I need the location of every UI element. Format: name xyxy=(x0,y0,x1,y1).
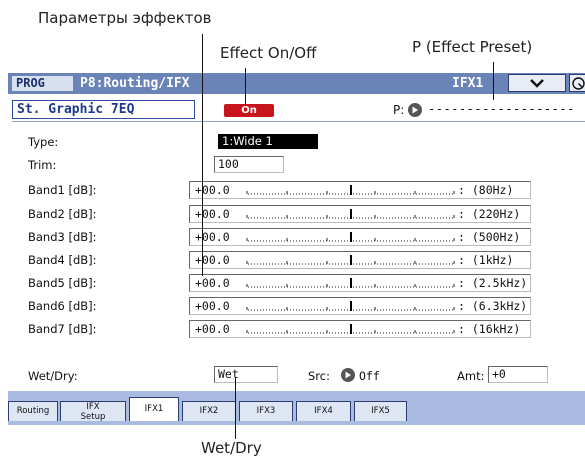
src-label: Src: xyxy=(308,369,330,383)
band-label: Band3 [dB]: xyxy=(28,230,97,244)
band-frequency: : (6.3kHz) xyxy=(458,299,528,313)
tab-label: IFX1 xyxy=(144,404,164,414)
band-value: +00.0 xyxy=(195,230,230,244)
band-label: Band1 [dB]: xyxy=(28,183,97,197)
band-label: Band4 [dB]: xyxy=(28,253,97,267)
leader-wet-dry xyxy=(235,377,236,439)
band-label: Band7 [dB]: xyxy=(28,322,97,336)
band-slider-4[interactable]: +00.0 : (1kHz) xyxy=(189,251,531,269)
band-frequency: : (500Hz) xyxy=(458,230,521,244)
mode-label: PROG xyxy=(12,76,73,91)
band-scale xyxy=(246,209,455,219)
band-slider-5[interactable]: +00.0 : (2.5kHz) xyxy=(189,274,531,292)
tab-label: IFX4 xyxy=(314,406,333,416)
page-menu-button[interactable] xyxy=(508,74,566,92)
band-frequency: : (220Hz) xyxy=(458,207,521,221)
type-label: Type: xyxy=(28,135,59,149)
band-scale xyxy=(246,255,455,265)
chevron-down-icon xyxy=(530,79,544,88)
amt-label: Amt: xyxy=(457,369,485,383)
header-bar: PROG P8:Routing/IFX IFX1 xyxy=(8,73,585,94)
band-slider-1[interactable]: +00.0 : (80Hz) xyxy=(189,181,531,199)
knob-icon xyxy=(572,77,585,90)
wet-dry-label: Wet/Dry: xyxy=(28,369,78,383)
tab-label: IFX xyxy=(86,402,100,412)
band-frequency: : (80Hz) xyxy=(458,183,514,197)
band-value: +00.0 xyxy=(195,299,230,313)
slot-label: IFX1 xyxy=(452,76,484,91)
band-frequency: : (16kHz) xyxy=(458,322,521,336)
tab-label-line2: Setup xyxy=(80,412,106,422)
display-screen: PROG P8:Routing/IFX IFX1 St. Graphic 7EQ… xyxy=(8,73,585,425)
effect-name-field[interactable]: St. Graphic 7EQ xyxy=(12,100,195,119)
tab-ifx3[interactable]: IFX3 xyxy=(239,401,293,421)
annotation-effect-params: Параметры эффектов xyxy=(38,9,212,27)
page-title: P8:Routing/IFX xyxy=(80,76,190,91)
band-scale xyxy=(246,324,455,334)
annotation-effect-preset: P (Effect Preset) xyxy=(412,38,533,56)
tab-bar: Routing IFX Setup IFX1 IFX2 IFX3 IFX4 IFX5 xyxy=(8,391,585,425)
band-slider-6[interactable]: +00.0 : (6.3kHz) xyxy=(189,297,531,315)
preset-select-button[interactable] xyxy=(408,103,422,117)
band-slider-3[interactable]: +00.0 : (500Hz) xyxy=(189,228,531,246)
trim-label: Trim: xyxy=(28,158,57,172)
band-label: Band5 [dB]: xyxy=(28,276,97,290)
tab-ifx4[interactable]: IFX4 xyxy=(296,401,351,421)
tab-label: IFX5 xyxy=(371,406,390,416)
band-scale xyxy=(246,232,455,242)
leader-effect-params xyxy=(202,34,203,276)
effect-on-off-button[interactable]: On xyxy=(224,104,274,117)
annotation-effect-on-off: Effect On/Off xyxy=(220,44,317,62)
band-slider-7[interactable]: +00.0 : (16kHz) xyxy=(189,320,531,338)
preset-value: ------------------- xyxy=(428,102,575,116)
src-value[interactable]: Off xyxy=(359,369,380,383)
band-value: +00.0 xyxy=(195,207,230,221)
band-label: Band6 [dB]: xyxy=(28,299,97,313)
leader-effect-preset xyxy=(493,62,494,100)
band-frequency: : (2.5kHz) xyxy=(458,276,528,290)
type-field[interactable]: 1:Wide 1 xyxy=(218,134,318,149)
tab-ifx-setup[interactable]: IFX Setup xyxy=(60,401,126,422)
band-scale xyxy=(246,301,455,311)
trim-field[interactable]: 100 xyxy=(214,156,284,173)
band-value: +00.0 xyxy=(195,253,230,267)
amt-field[interactable]: +0 xyxy=(488,366,548,383)
band-scale xyxy=(246,185,455,195)
tab-ifx2[interactable]: IFX2 xyxy=(182,401,236,421)
src-select-button[interactable] xyxy=(341,368,355,382)
preset-label: P: xyxy=(393,103,405,117)
divider xyxy=(12,121,585,122)
tab-label: Routing xyxy=(16,406,50,416)
band-frequency: : (1kHz) xyxy=(458,253,514,267)
annotation-wet-dry: Wet/Dry xyxy=(201,439,262,457)
band-scale xyxy=(246,278,455,288)
leader-effect-on-off xyxy=(245,68,246,106)
band-label: Band2 [dB]: xyxy=(28,207,97,221)
band-slider-2[interactable]: +00.0 : (220Hz) xyxy=(189,205,531,223)
tab-routing[interactable]: Routing xyxy=(8,401,58,421)
tab-ifx5[interactable]: IFX5 xyxy=(354,401,407,421)
tab-ifx1[interactable]: IFX1 xyxy=(129,397,179,421)
wet-dry-field[interactable]: Wet xyxy=(214,366,278,383)
play-arrow-icon xyxy=(412,106,418,114)
band-value: +00.0 xyxy=(195,183,230,197)
knob-button[interactable] xyxy=(569,74,585,92)
band-value: +00.0 xyxy=(195,322,230,336)
band-value: +00.0 xyxy=(195,276,230,290)
tab-label: IFX2 xyxy=(199,406,219,416)
tab-label: IFX3 xyxy=(256,406,276,416)
play-arrow-icon xyxy=(345,371,351,379)
